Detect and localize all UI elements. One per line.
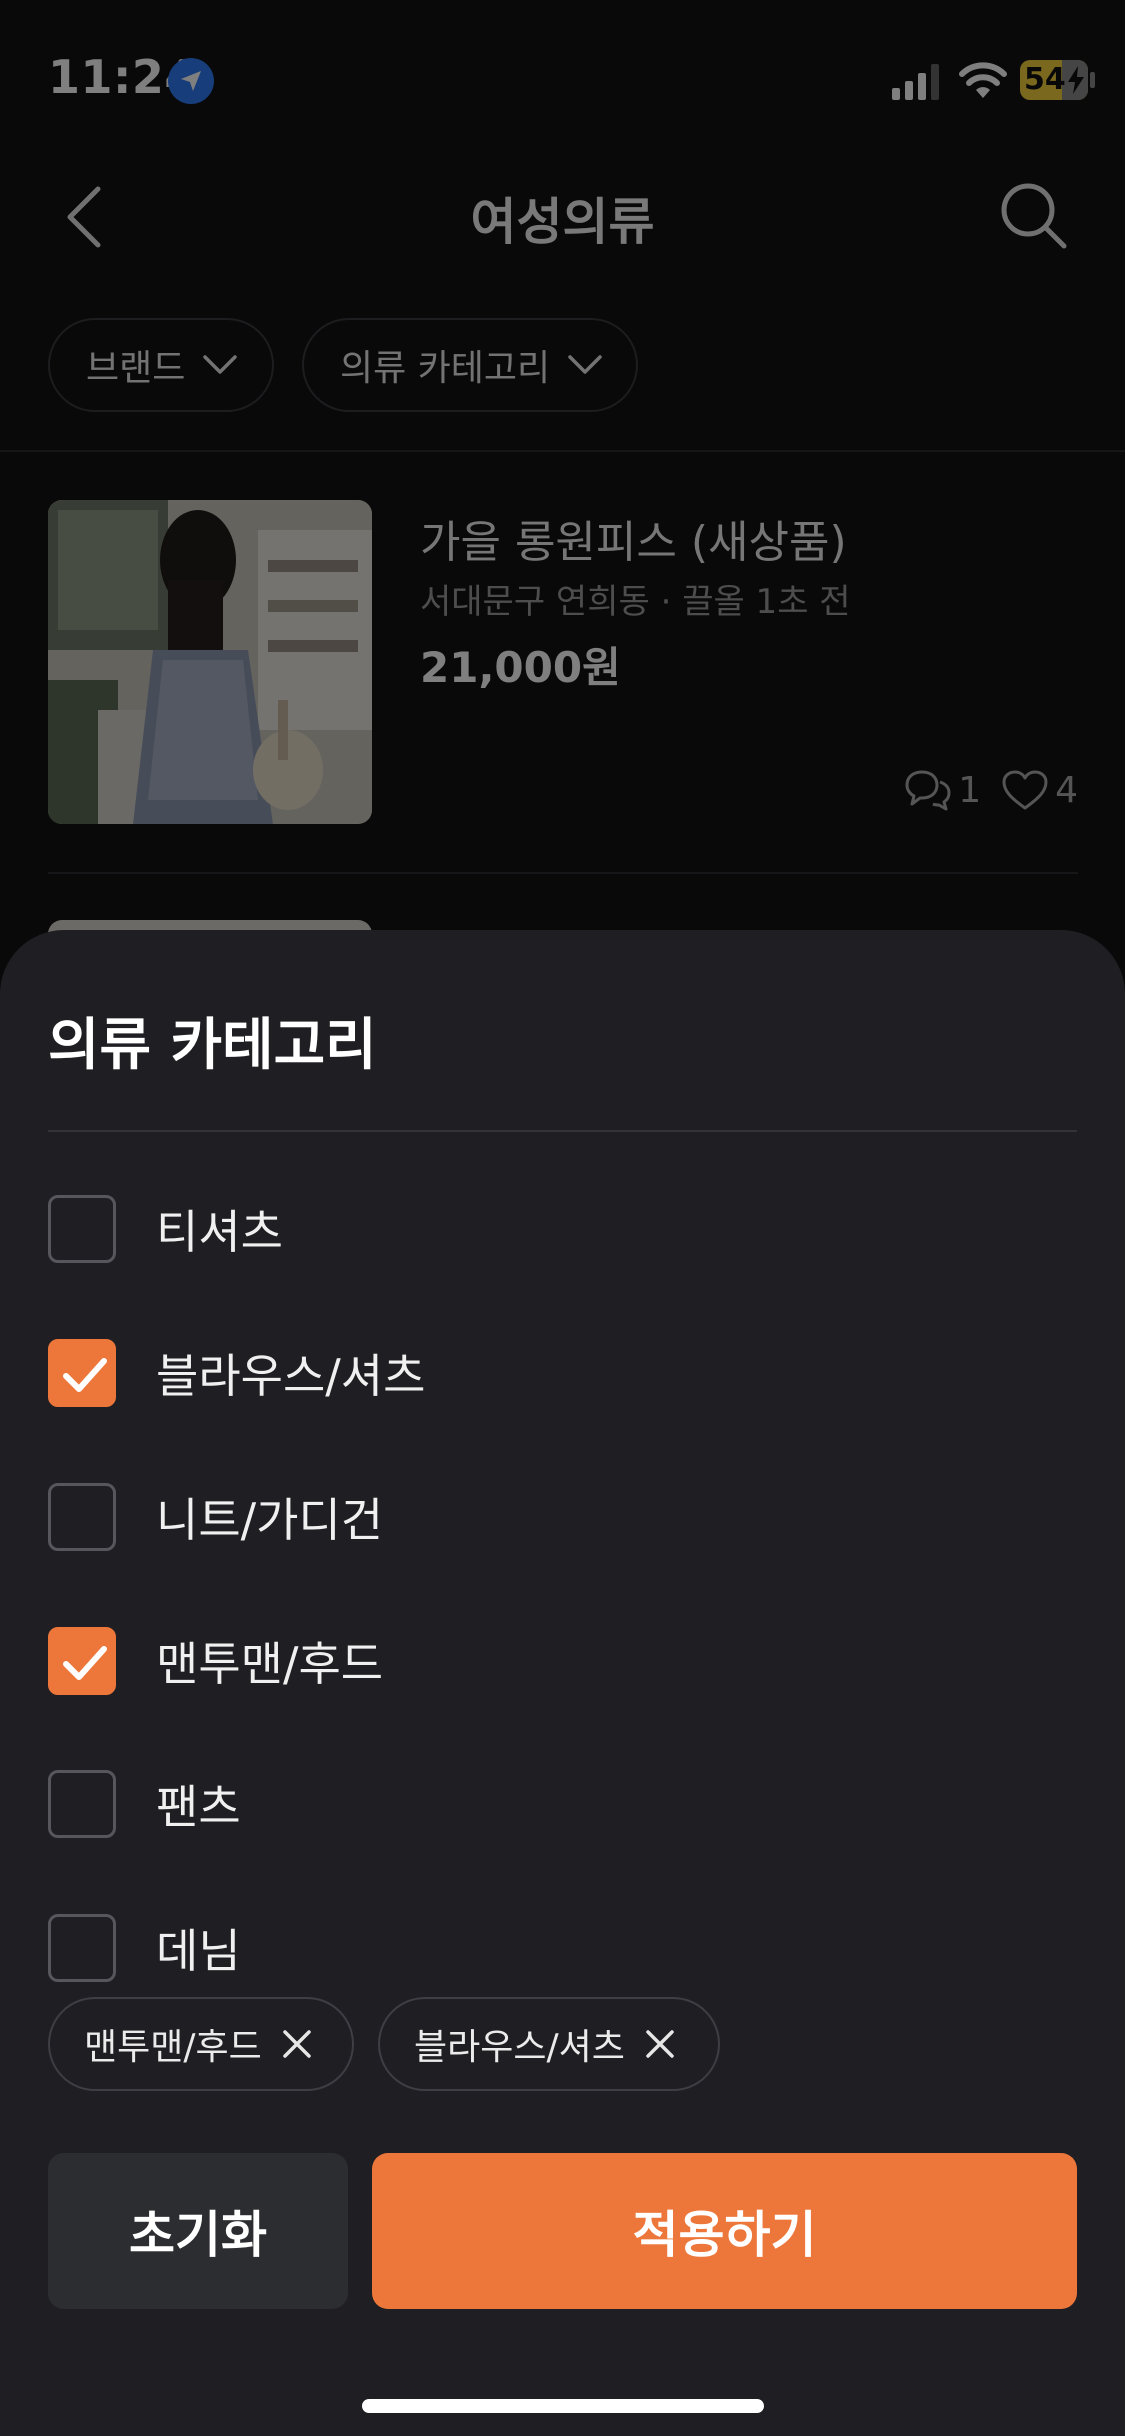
option-label: 데님 — [156, 1924, 241, 1978]
option-blouse-shirt[interactable]: 블라우스/셔츠 — [48, 1333, 1077, 1413]
home-indicator[interactable] — [362, 2399, 764, 2413]
selected-chip[interactable]: 블라우스/셔츠 — [378, 1997, 720, 2091]
close-icon[interactable] — [645, 2029, 675, 2059]
checkbox[interactable] — [48, 1770, 116, 1838]
reset-button[interactable]: 초기화 — [48, 2153, 348, 2309]
option-tshirt[interactable]: 티셔츠 — [48, 1189, 1077, 1269]
apply-button[interactable]: 적용하기 — [372, 2153, 1077, 2309]
option-label: 티셔츠 — [156, 1205, 283, 1259]
option-knit-cardigan[interactable]: 니트/가디건 — [48, 1477, 1077, 1557]
option-label: 맨투맨/후드 — [156, 1637, 384, 1691]
checkbox-checked[interactable] — [48, 1339, 116, 1407]
selected-chip-label: 블라우스/셔츠 — [414, 2027, 625, 2068]
option-denim[interactable]: 데님 — [48, 1908, 1077, 1988]
sheet-title: 의류 카테고리 — [48, 1013, 377, 1078]
checkmark-icon — [63, 1358, 107, 1392]
checkmark-icon — [63, 1646, 107, 1680]
category-bottom-sheet: 의류 카테고리 티셔츠 블라우스/셔츠 니트/가디건 맨투맨/후드 팬츠 데님 … — [0, 930, 1125, 2436]
checkbox[interactable] — [48, 1914, 116, 1982]
option-sweatshirt-hoodie[interactable]: 맨투맨/후드 — [48, 1621, 1077, 1701]
screen: 11:24 54 여성의류 — [0, 0, 1125, 2436]
close-icon[interactable] — [282, 2029, 312, 2059]
selected-chip-label: 맨투맨/후드 — [84, 2027, 262, 2068]
checkbox[interactable] — [48, 1195, 116, 1263]
option-label: 팬츠 — [156, 1780, 241, 1834]
option-label: 니트/가디건 — [156, 1493, 384, 1547]
option-label: 블라우스/셔츠 — [156, 1349, 426, 1403]
checkbox[interactable] — [48, 1483, 116, 1551]
checkbox-checked[interactable] — [48, 1627, 116, 1695]
option-pants[interactable]: 팬츠 — [48, 1764, 1077, 1844]
divider — [48, 1130, 1077, 1132]
selected-chip[interactable]: 맨투맨/후드 — [48, 1997, 354, 2091]
